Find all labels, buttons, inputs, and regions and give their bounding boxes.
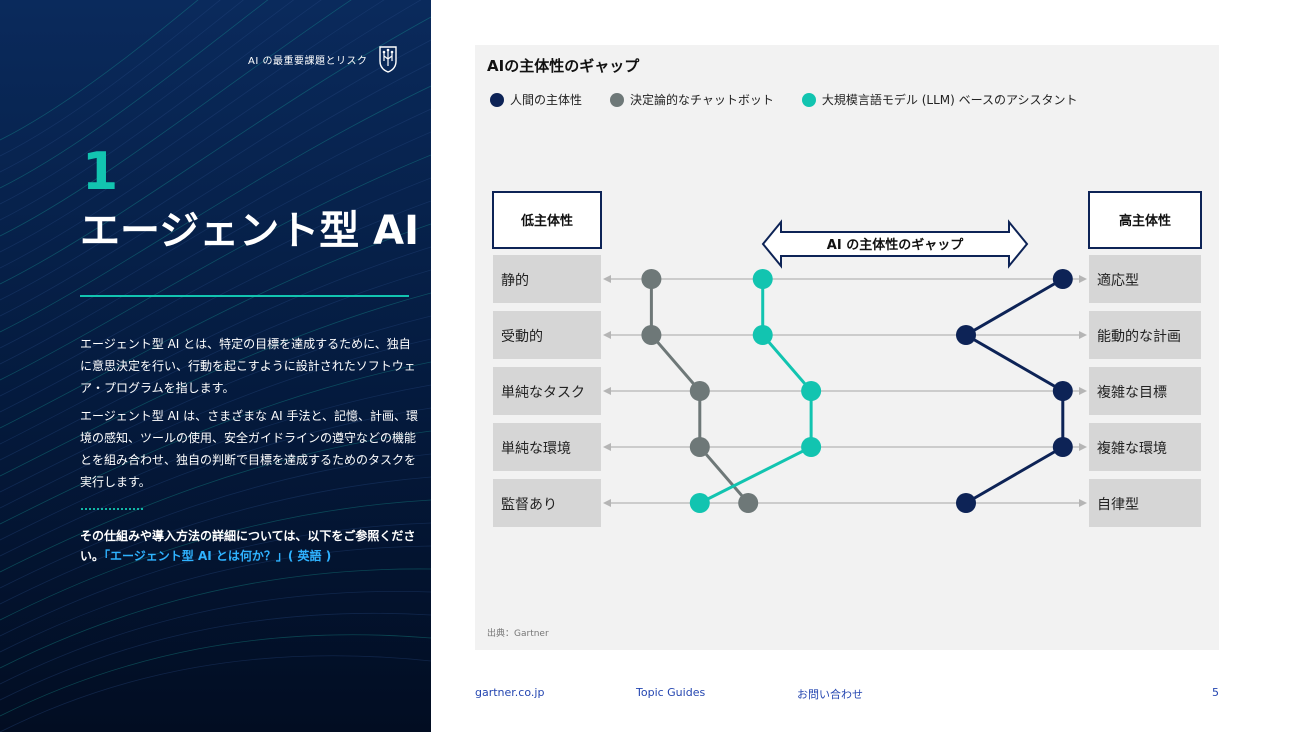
row-arrowhead-right [1079, 331, 1087, 339]
left-axis-label: 監督あり [501, 496, 557, 513]
low-agency-header: 低主体性 [520, 213, 573, 229]
series-point-0-3 [1052, 437, 1073, 457]
series-point-0-1 [956, 325, 976, 345]
title-divider [80, 295, 409, 297]
right-axis-label: 自律型 [1097, 497, 1139, 513]
decorative-line [0, 0, 269, 189]
series-point-0-4 [956, 493, 976, 513]
decorative-line [0, 591, 431, 685]
shield-circuit-icon [379, 46, 398, 73]
series-point-2-2 [801, 381, 822, 401]
decorative-line [0, 0, 244, 173]
series-point-2-4 [689, 493, 710, 513]
gap-label: AI の主体性のギャップ [827, 237, 964, 253]
left-axis-label: 静的 [501, 273, 529, 289]
high-agency-header: 高主体性 [1119, 213, 1171, 229]
row-arrowhead-left [603, 275, 611, 283]
footer-topic-guides-link[interactable]: Topic Guides [636, 686, 705, 699]
decorative-line [0, 655, 431, 732]
row-arrowhead-left [603, 443, 611, 451]
row-arrowhead-right [1079, 387, 1087, 395]
series-point-2-3 [801, 437, 822, 457]
left-axis-label: 単純なタスク [501, 385, 585, 401]
agency-gap-chart: 低主体性 高主体性 AI の主体性のギャップ静的 適応型受動的 能動的な計画単純なタスク… [492, 191, 1202, 527]
series-point-1-1 [641, 325, 662, 345]
footer-contact-link[interactable]: お問い合わせ [797, 686, 863, 702]
chart-panel: AIの主体性のギャップ 人間の主体性 決定論的なチャットボット 大規模言語モデル… [475, 45, 1219, 650]
left-axis-label: 受動的 [501, 329, 543, 345]
section-number: 1 [82, 142, 119, 202]
paragraph-2: エージェント型 AI は、さまざまな AI 手法と、記憶、計画、環境の感知、ツー… [80, 409, 419, 489]
decorative-line [0, 568, 431, 669]
cta-paragraph: その仕組みや導入方法の詳細については、以下をご参照ください。「エージェント型 A… [80, 526, 420, 566]
series-point-1-4 [738, 493, 759, 513]
series-point-1-2 [689, 381, 710, 401]
series-point-2-1 [752, 325, 773, 345]
right-axis-label: 適応型 [1097, 272, 1139, 289]
row-arrowhead-left [603, 499, 611, 507]
right-axis-label: 複雑な目標 [1097, 384, 1167, 401]
series-point-0-2 [1052, 381, 1073, 401]
cta-link[interactable]: 「エージェント型 AI とは何か？」( 英語 ) [104, 549, 331, 563]
series-point-2-0 [752, 269, 773, 289]
row-arrowhead-right [1079, 499, 1087, 507]
row-arrowhead-left [603, 387, 611, 395]
paragraph-1: エージェント型 AI とは、特定の目標を達成するために、独自に意思決定を行い、行… [80, 337, 416, 395]
footer-site-link[interactable]: gartner.co.jp [475, 686, 544, 699]
page-number: 5 [1212, 686, 1219, 699]
series-point-0-0 [1052, 269, 1073, 289]
page-title: エージェント型 AI [80, 208, 419, 254]
row-arrowhead-right [1079, 275, 1087, 283]
header: AI の最重要課題とリスク [248, 44, 399, 74]
right-axis-label: 能動的な計画 [1097, 329, 1181, 345]
chart-source: 出典：Gartner [487, 629, 549, 639]
series-point-1-0 [641, 269, 662, 289]
left-axis-label: 単純な環境 [501, 441, 571, 457]
row-arrowhead-left [603, 331, 611, 339]
left-panel: AI の最重要課題とリスク 1 エージェント型 AI エージェント型 AI とは… [0, 0, 431, 732]
header-subtitle: AI の最重要課題とリスク [248, 55, 368, 67]
series-point-1-3 [689, 437, 710, 457]
row-arrowhead-right [1079, 443, 1087, 451]
decorative-line [0, 62, 431, 317]
dotted-divider [80, 508, 144, 510]
right-axis-label: 複雑な環境 [1097, 440, 1167, 457]
